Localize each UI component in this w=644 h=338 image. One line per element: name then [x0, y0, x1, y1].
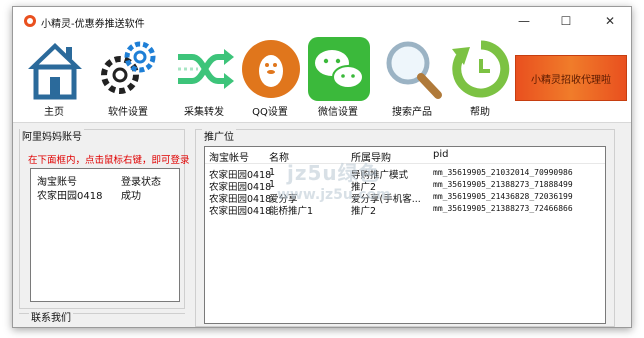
contact-us-group: 联系我们	[19, 309, 185, 327]
cell-guide: 推广2	[351, 206, 377, 217]
refresh-icon	[452, 40, 510, 98]
toolbar-qq-settings-label: QQ设置	[252, 107, 288, 118]
header-taobao-account: 淘宝账号	[37, 177, 77, 188]
wechat-icon	[308, 37, 370, 101]
account-list[interactable]: 淘宝账号 登录状态 农家田园0418 成功	[30, 168, 180, 302]
magnifier-icon	[386, 41, 442, 99]
cell-pid: mm_35619905_21032014_70990986	[433, 168, 573, 177]
toolbar-search-products-button[interactable]: 搜索产品	[377, 37, 447, 121]
home-icon	[28, 43, 82, 100]
maximize-button[interactable]: ☐	[545, 7, 587, 35]
minimize-button[interactable]: —	[503, 7, 545, 35]
gears-icon	[101, 41, 156, 94]
contact-us-title: 联系我们	[29, 309, 73, 324]
toolbar-collect-forward-button[interactable]: 采集转发	[169, 37, 239, 121]
account-status: 成功	[121, 191, 141, 202]
toolbar-wechat-settings-button[interactable]: 微信设置	[303, 37, 373, 121]
cell-name: 1	[269, 179, 276, 190]
cell-pid: mm_35619905_21388273_72466866	[433, 204, 573, 213]
adzone-group: 推广位 淘宝帐号 名称 所属导购 pid 农家田园0418 1 导购推广模式 m…	[195, 128, 615, 327]
cell-account: 农家田园0418	[209, 206, 272, 217]
header-divider	[205, 163, 605, 164]
toolbar-collect-forward-label: 采集转发	[184, 107, 224, 118]
adzone-title: 推广位	[202, 128, 236, 143]
toolbar-help-button[interactable]: 帮助	[445, 37, 515, 121]
window-title: 小精灵-优惠券推送软件	[41, 19, 145, 30]
col-header-name[interactable]: 名称	[269, 149, 289, 164]
app-logo-icon	[24, 15, 36, 27]
cell-pid: mm_35619905_21436828_72036199	[433, 192, 573, 201]
header-login-status: 登录状态	[121, 177, 161, 188]
shuffle-icon	[178, 49, 234, 89]
adzone-list[interactable]: 淘宝帐号 名称 所属导购 pid 农家田园0418 1 导购推广模式 mm_35…	[204, 146, 606, 324]
toolbar-search-products-label: 搜索产品	[392, 107, 432, 118]
close-button[interactable]: ✕	[589, 7, 631, 35]
cell-name: 能桥推广1	[269, 206, 314, 217]
alimama-account-title: 阿里妈妈账号	[20, 128, 84, 143]
alimama-account-group: 阿里妈妈账号 在下面框内，点击鼠标右键，即可登录 淘宝账号 登录状态 农家田园0…	[19, 128, 190, 309]
login-hint: 在下面框内，点击鼠标右键，即可登录	[28, 155, 190, 166]
toolbar-software-settings-label: 软件设置	[108, 107, 148, 118]
cell-pid: mm_35619905_21388273_71888499	[433, 180, 573, 189]
toolbar-qq-settings-button[interactable]: QQ设置	[235, 37, 305, 121]
col-header-guide[interactable]: 所属导购	[351, 149, 391, 164]
toolbar-software-settings-button[interactable]: 软件设置	[93, 37, 163, 121]
cell-name: 1	[269, 167, 276, 178]
col-header-taobao-account[interactable]: 淘宝帐号	[209, 149, 249, 164]
app-window: 小精灵-优惠券推送软件 — ☐ ✕ 主页 软件设置 采集转发 QQ设置 微信设置…	[12, 6, 632, 328]
toolbar-home-button[interactable]: 主页	[19, 37, 89, 121]
qq-penguin-icon	[242, 40, 300, 98]
main-toolbar: 主页 软件设置 采集转发 QQ设置 微信设置 搜索产品 帮助 小精灵招收代理啦	[13, 35, 631, 123]
col-header-pid[interactable]: pid	[433, 149, 448, 160]
toolbar-home-label: 主页	[44, 107, 64, 118]
account-name: 农家田园0418	[37, 191, 103, 202]
toolbar-wechat-settings-label: 微信设置	[318, 107, 358, 118]
toolbar-help-label: 帮助	[470, 107, 490, 118]
title-bar: 小精灵-优惠券推送软件 — ☐ ✕	[13, 7, 631, 35]
agent-recruit-banner[interactable]: 小精灵招收代理啦	[515, 55, 627, 101]
